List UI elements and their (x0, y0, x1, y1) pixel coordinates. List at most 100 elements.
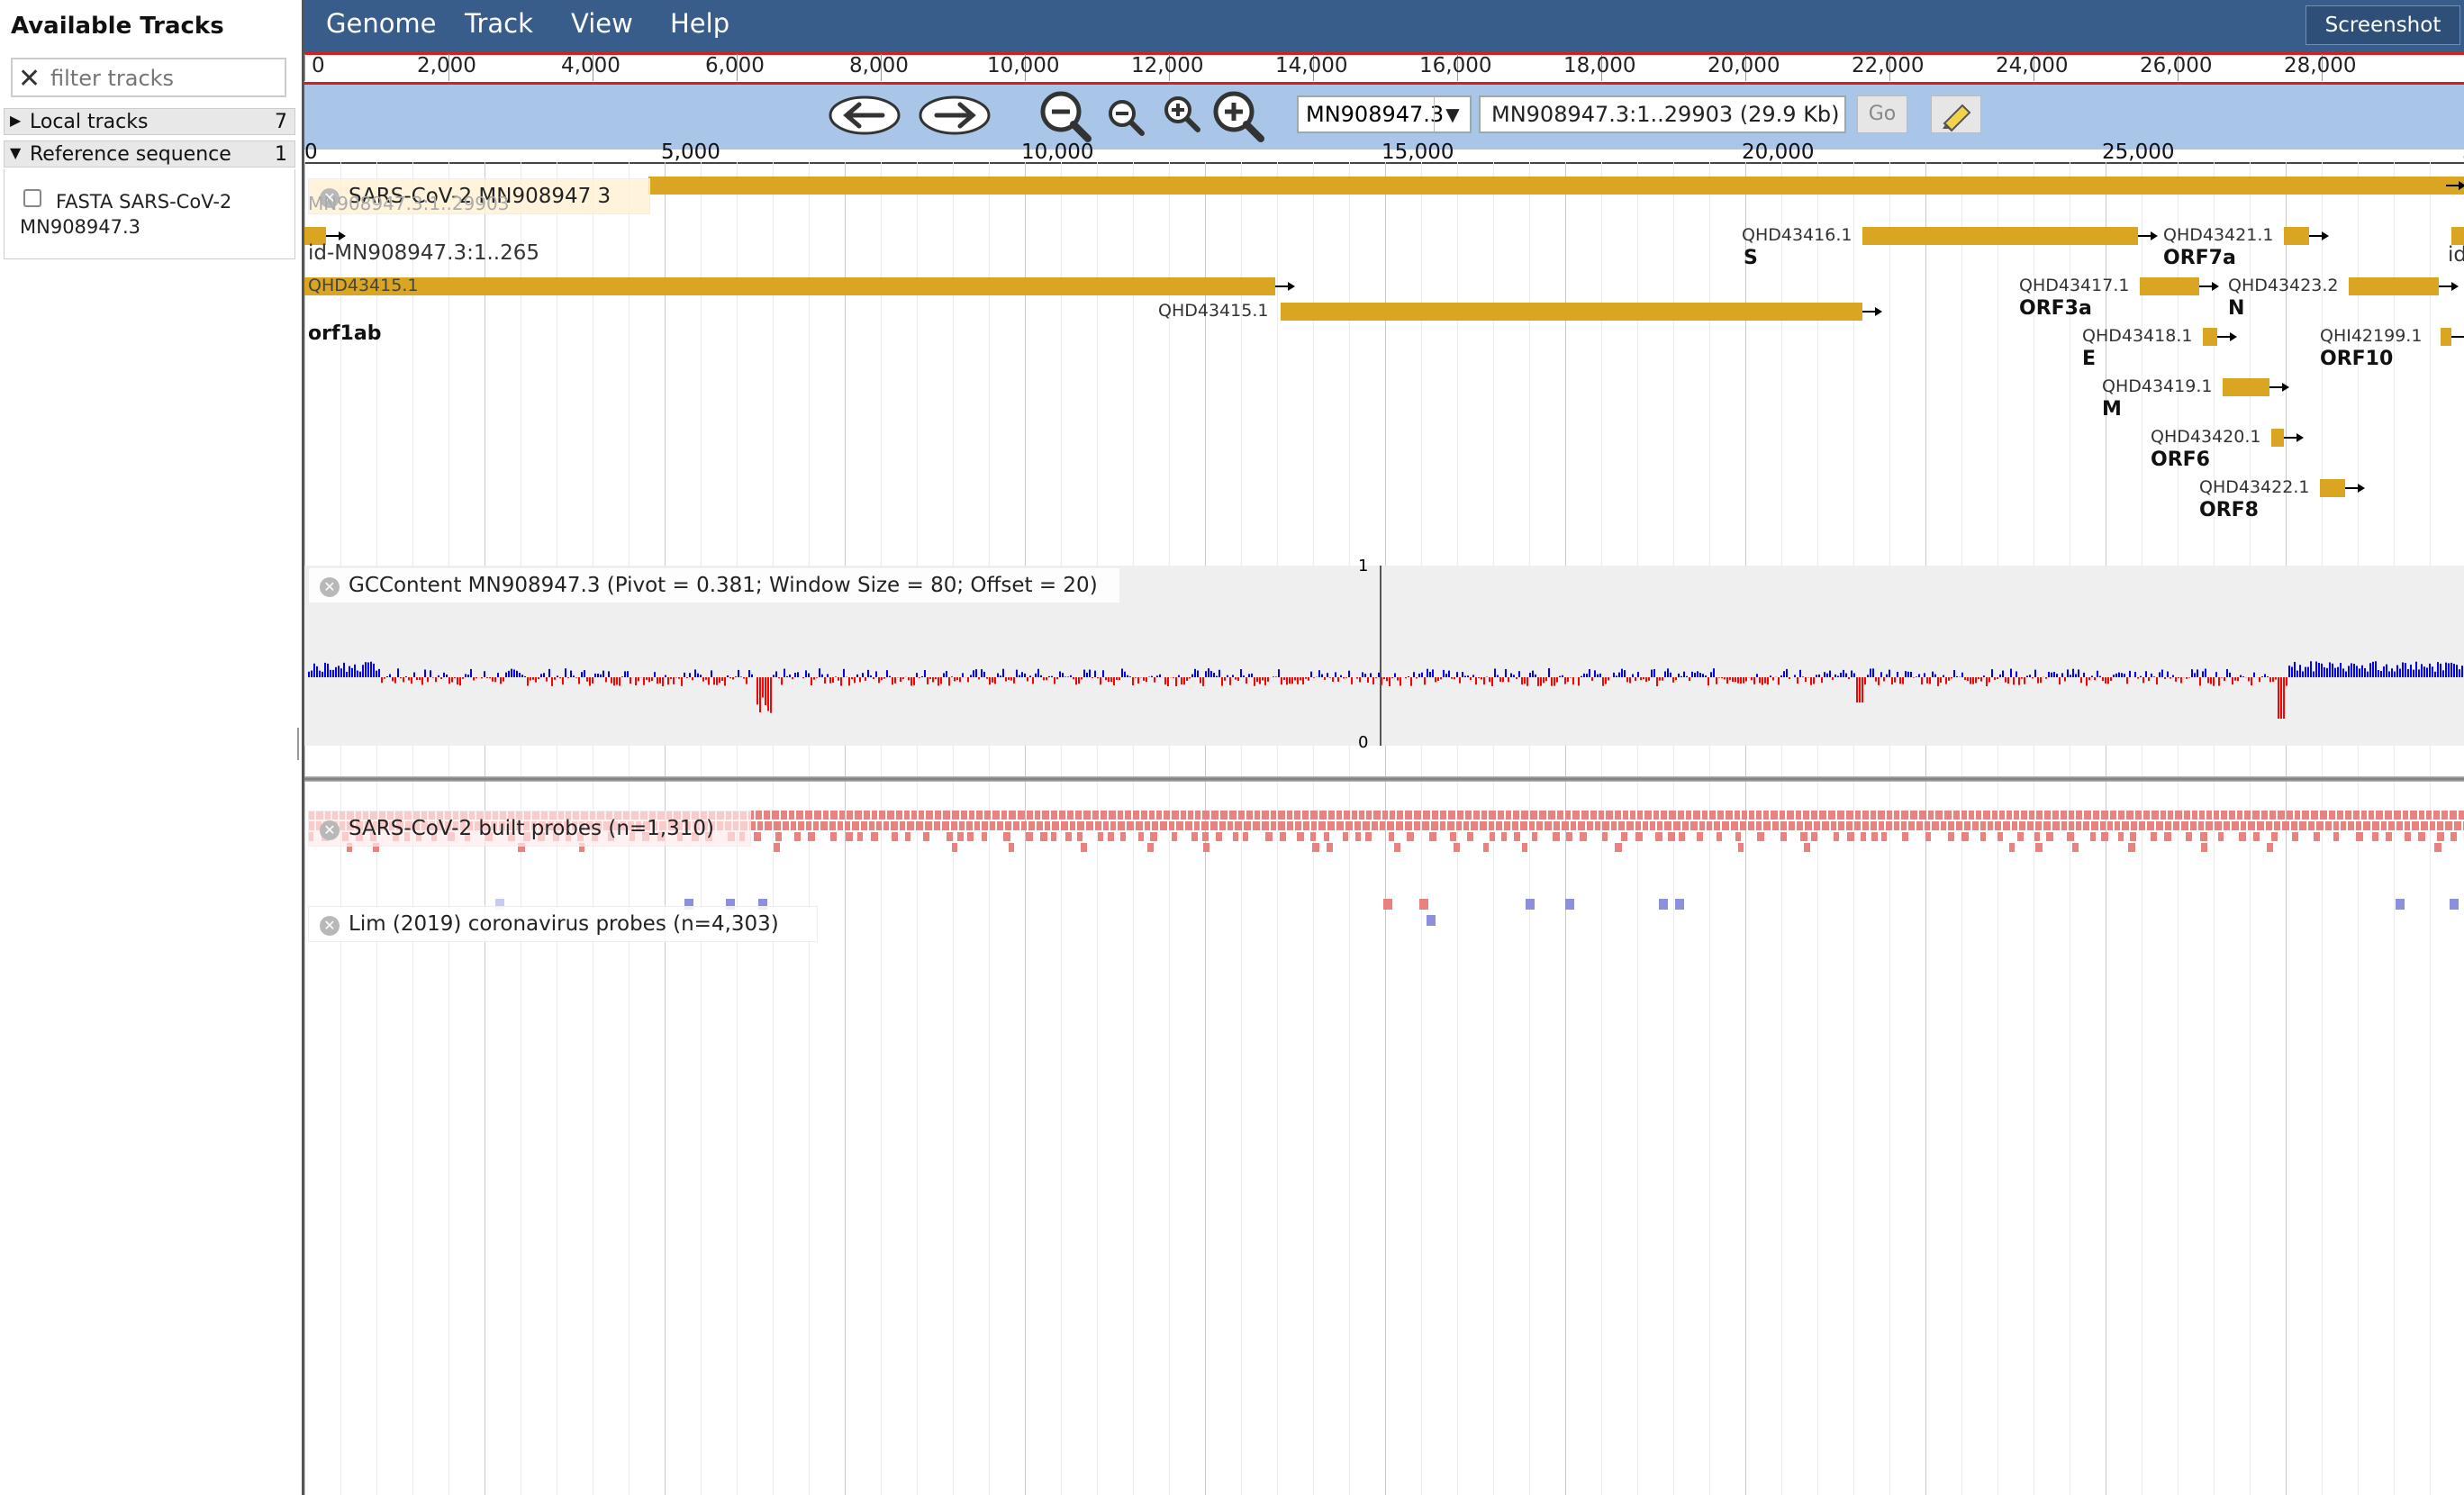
probe-mark[interactable] (1450, 832, 1456, 841)
probe-mark[interactable] (1287, 811, 1292, 820)
probe-mark[interactable] (2459, 811, 2464, 820)
probe-mark[interactable] (1862, 811, 1869, 820)
close-track-icon[interactable]: ✕ (320, 820, 340, 840)
probe-mark[interactable] (1396, 821, 1403, 830)
probe-mark[interactable] (2101, 832, 2108, 841)
probe-mark[interactable] (1846, 821, 1853, 830)
probe-mark[interactable] (1615, 843, 1622, 852)
probe-mark[interactable] (1611, 821, 1617, 830)
probe-mark[interactable] (1980, 821, 1986, 830)
probe-mark[interactable] (1372, 821, 1378, 830)
probe-mark[interactable] (2437, 832, 2444, 841)
probe-mark[interactable] (864, 811, 870, 820)
probe-mark[interactable] (1878, 811, 1885, 820)
probe-mark[interactable] (1772, 821, 1779, 830)
probe-mark[interactable] (1344, 811, 1350, 820)
zoom-in-icon[interactable] (1162, 94, 1203, 135)
probe-mark[interactable] (2221, 811, 2227, 820)
probe-mark[interactable] (1042, 811, 1049, 820)
probe-mark[interactable] (1948, 821, 1954, 830)
probe-mark[interactable] (1280, 832, 1286, 841)
probe-mark[interactable] (2043, 821, 2051, 830)
probe-mark[interactable] (1077, 821, 1084, 830)
probe-mark[interactable] (1871, 821, 1877, 830)
zoom-in-more-icon[interactable] (1210, 88, 1268, 146)
probe-mark[interactable] (2192, 811, 2197, 820)
probe-mark[interactable] (2253, 832, 2260, 841)
probe-mark[interactable] (1052, 821, 1059, 830)
probe-mark[interactable] (872, 811, 877, 820)
probe-mark[interactable] (1731, 821, 1738, 830)
probe-mark[interactable] (1539, 811, 1546, 820)
probe-mark[interactable] (1227, 821, 1233, 830)
probe-mark[interactable] (2274, 821, 2280, 830)
probe-mark[interactable] (1999, 811, 2005, 820)
pan-left-button[interactable] (827, 92, 902, 139)
probe-mark[interactable] (2278, 811, 2285, 820)
probe-mark[interactable] (2267, 843, 2273, 852)
probe-mark[interactable] (1811, 832, 1817, 841)
lim-probe-mark[interactable] (1419, 899, 1428, 910)
probe-mark[interactable] (1467, 832, 1473, 841)
probe-mark[interactable] (2356, 832, 2363, 841)
probe-mark[interactable] (1380, 821, 1385, 830)
probe-mark[interactable] (1668, 832, 1675, 841)
probe-mark[interactable] (1081, 843, 1087, 852)
probe-mark[interactable] (2287, 811, 2293, 820)
probe-mark[interactable] (1521, 811, 1528, 820)
probe-mark[interactable] (1136, 821, 1143, 830)
probe-mark[interactable] (1935, 811, 1943, 820)
probe-mark[interactable] (1992, 811, 1997, 820)
probe-mark[interactable] (2445, 821, 2452, 830)
probe-mark[interactable] (2128, 843, 2135, 852)
probe-mark[interactable] (1657, 821, 1662, 830)
probe-mark[interactable] (2061, 811, 2067, 820)
probe-mark[interactable] (2164, 832, 2171, 841)
probe-mark[interactable] (2421, 821, 2428, 830)
probe-mark[interactable] (1390, 811, 1395, 820)
probe-mark[interactable] (1650, 821, 1655, 830)
probe-mark[interactable] (2198, 821, 2204, 830)
probe-mark[interactable] (2206, 821, 2213, 830)
probe-mark[interactable] (794, 832, 801, 841)
probe-mark[interactable] (1138, 832, 1144, 841)
probe-mark[interactable] (2361, 811, 2367, 820)
probe-mark[interactable] (2244, 811, 2251, 820)
probe-mark[interactable] (925, 821, 932, 830)
probe-mark[interactable] (1354, 821, 1361, 830)
probe-mark[interactable] (1440, 811, 1446, 820)
probe-mark[interactable] (1473, 811, 1480, 820)
probe-mark[interactable] (1489, 821, 1494, 830)
probe-mark[interactable] (2027, 821, 2034, 830)
probe-mark[interactable] (2348, 821, 2354, 830)
probe-mark[interactable] (774, 821, 781, 830)
lim-probe-mark[interactable] (1565, 899, 1574, 910)
probe-mark[interactable] (1871, 832, 1878, 841)
probe-mark[interactable] (1164, 811, 1170, 820)
probe-mark[interactable] (1545, 821, 1552, 830)
probe-mark[interactable] (1925, 821, 1930, 830)
probe-mark[interactable] (2229, 811, 2235, 820)
probe-mark[interactable] (2199, 811, 2205, 820)
menu-help[interactable]: Help (670, 8, 729, 39)
probe-mark[interactable] (1504, 821, 1510, 830)
probe-mark[interactable] (2126, 811, 2133, 820)
lim-probe-mark[interactable] (1526, 899, 1535, 910)
probe-mark[interactable] (2434, 843, 2441, 852)
probe-mark[interactable] (2437, 821, 2443, 830)
probe-mark[interactable] (1440, 821, 1445, 830)
probe-mark[interactable] (2430, 821, 2435, 830)
probe-mark[interactable] (967, 832, 974, 841)
probe-mark[interactable] (1644, 811, 1652, 820)
probe-mark[interactable] (2314, 832, 2320, 841)
lim-probe-mark[interactable] (2396, 899, 2405, 910)
probe-mark[interactable] (1172, 832, 1177, 841)
probe-mark[interactable] (1210, 821, 1218, 830)
probe-mark[interactable] (1707, 821, 1712, 830)
probe-mark[interactable] (1961, 832, 1969, 841)
probe-mark[interactable] (1235, 821, 1242, 830)
probe-mark[interactable] (1941, 821, 1946, 830)
probe-mark[interactable] (1156, 811, 1162, 820)
probe-mark[interactable] (951, 821, 957, 830)
probe-mark[interactable] (1814, 821, 1820, 830)
